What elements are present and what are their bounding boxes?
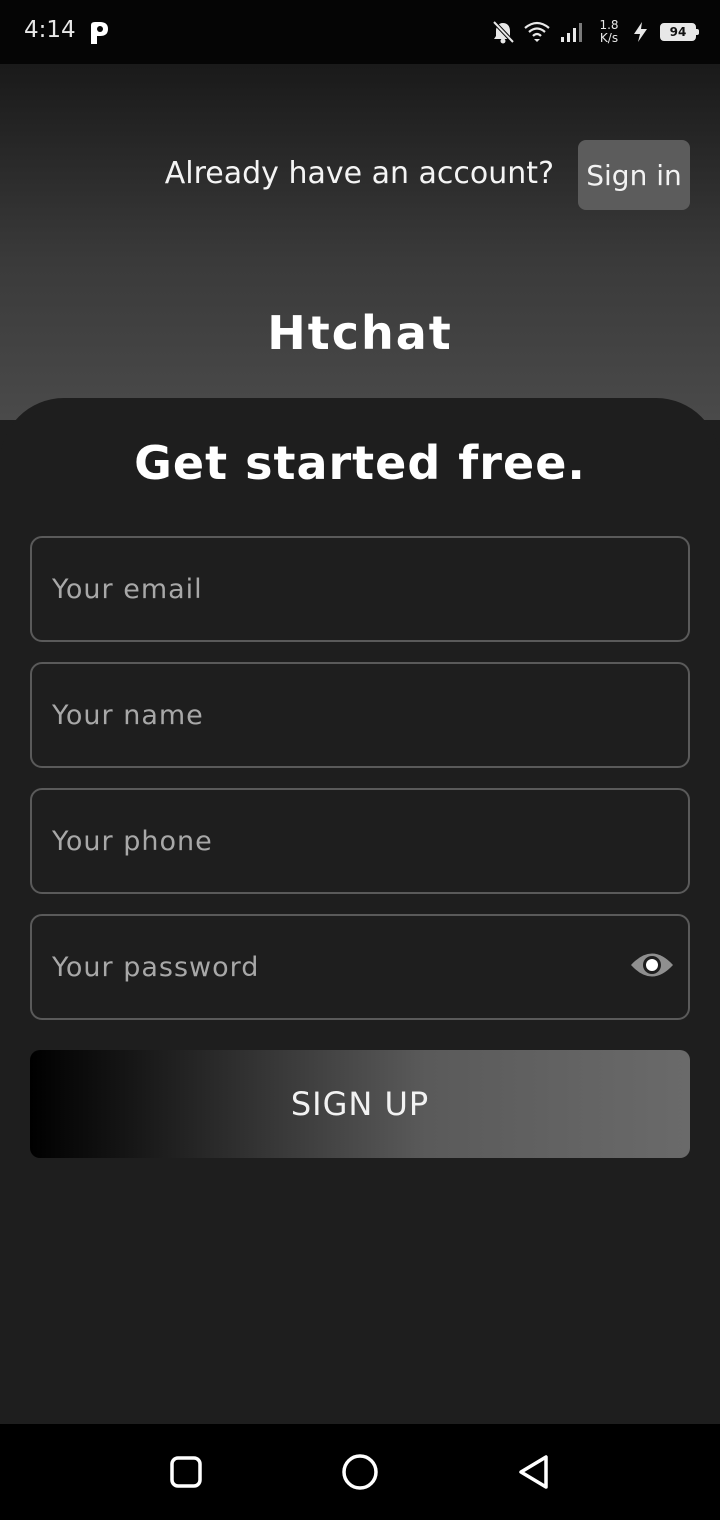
p-app-icon — [91, 22, 108, 44]
bell-off-icon — [492, 20, 514, 44]
name-field[interactable] — [30, 662, 690, 768]
app-title: Htchat — [267, 306, 453, 360]
email-field[interactable] — [30, 536, 690, 642]
phone-input[interactable] — [52, 790, 612, 892]
signup-title: Get started free. — [134, 436, 586, 490]
recents-icon[interactable] — [162, 1448, 210, 1496]
signup-screen: 4:14 1.8 K/s 94 Already have an account?… — [0, 0, 720, 1520]
signal-icon — [561, 23, 582, 42]
wifi-icon — [524, 21, 550, 42]
phone-field[interactable] — [30, 788, 690, 894]
net-speed-unit: K/s — [599, 31, 619, 45]
already-have-account-text: Already have an account? — [164, 156, 554, 191]
home-icon[interactable] — [336, 1448, 384, 1496]
email-input[interactable] — [52, 538, 612, 640]
battery-level: 94 — [669, 25, 687, 39]
back-icon[interactable] — [510, 1448, 558, 1496]
eye-icon[interactable] — [630, 946, 674, 984]
name-input[interactable] — [52, 664, 612, 766]
sign-in-button[interactable]: Sign in — [578, 140, 690, 210]
status-icons: 1.8 K/s 94 — [492, 16, 699, 48]
sign-up-button[interactable]: SIGN UP — [30, 1050, 690, 1158]
navigation-bar — [0, 1424, 720, 1520]
charging-icon — [634, 22, 647, 42]
status-time: 4:14 — [24, 17, 76, 43]
battery-icon: 94 — [660, 23, 699, 41]
password-field[interactable] — [30, 914, 690, 1020]
status-bar: 4:14 1.8 K/s 94 — [0, 0, 720, 64]
net-speed: 1.8 K/s — [596, 19, 622, 45]
password-input[interactable] — [52, 916, 612, 1018]
